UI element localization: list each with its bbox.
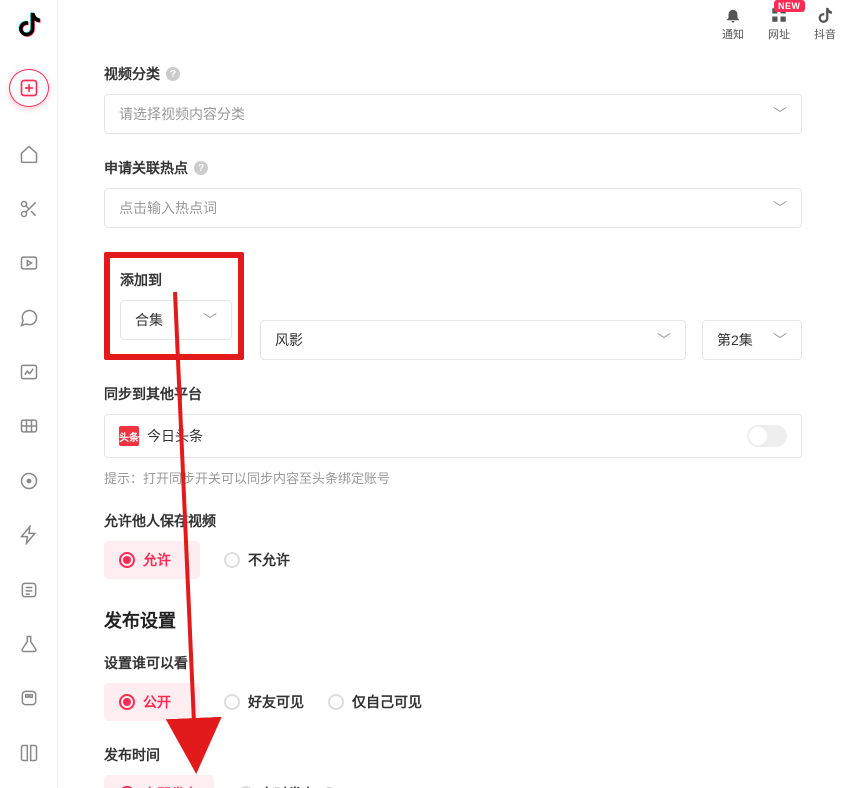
sync-tip: 提示：打开同步开关可以同步内容至头条绑定账号	[104, 468, 802, 487]
add-to-highlighted: 添加到 合集 ﹀	[104, 252, 244, 360]
radio-icon	[224, 552, 240, 568]
hotspot-placeholder: 点击输入热点词	[119, 198, 217, 218]
toutiao-icon: 头条	[119, 426, 139, 446]
nav-chat-icon[interactable]	[9, 298, 49, 336]
sync-card: 头条 今日头条	[104, 414, 802, 458]
public-label: 公开	[143, 692, 171, 712]
video-category-field: 视频分类 ? 请选择视频内容分类 ﹀	[104, 64, 802, 134]
nav-scissors-icon[interactable]	[9, 190, 49, 228]
collection-name-value: 风影	[275, 330, 303, 350]
allow-save-yes[interactable]: 允许	[104, 541, 200, 579]
hotspot-select[interactable]: 点击输入热点词 ﹀	[104, 188, 802, 228]
upload-button[interactable]	[9, 69, 49, 107]
add-to-row: 添加到 合集 ﹀ 风影 ﹀ 第2集 ﹀	[104, 252, 802, 360]
collection-type-value: 合集	[135, 310, 163, 330]
help-icon[interactable]: ?	[166, 67, 180, 81]
visibility-self[interactable]: 仅自己可见	[328, 683, 422, 721]
collection-name-select[interactable]: 风影 ﹀	[260, 320, 686, 360]
chevron-down-icon: ﹀	[773, 104, 787, 124]
chevron-down-icon: ﹀	[203, 310, 217, 330]
now-label: 立即发布	[143, 784, 199, 788]
chevron-down-icon: ﹀	[773, 198, 787, 218]
video-category-placeholder: 请选择视频内容分类	[119, 104, 245, 124]
episode-value: 第2集	[717, 330, 753, 350]
self-label: 仅自己可见	[352, 692, 422, 712]
allow-save-field: 允许他人保存视频 允许 不允许	[104, 511, 802, 579]
episode-select[interactable]: 第2集 ﹀	[702, 320, 802, 360]
main-content: 视频分类 ? 请选择视频内容分类 ﹀ 申请关联热点 ? 点击输入热点词 ﹀ 添加…	[58, 0, 848, 788]
publish-scheduled[interactable]: 定时发布 ?	[238, 775, 336, 788]
deny-label: 不允许	[248, 550, 290, 570]
chevron-down-icon: ﹀	[773, 330, 787, 350]
nav-home-icon[interactable]	[9, 135, 49, 173]
publish-time-label: 发布时间	[104, 745, 160, 765]
hotspot-label: 申请关联热点	[104, 158, 188, 178]
nav-grid-icon[interactable]	[9, 407, 49, 445]
add-to-label: 添加到	[120, 270, 162, 290]
sync-toggle[interactable]	[747, 425, 787, 447]
visibility-label: 设置谁可以看	[104, 653, 188, 673]
visibility-friends[interactable]: 好友可见	[224, 683, 304, 721]
radio-icon	[328, 694, 344, 710]
nav-radio-icon[interactable]	[9, 462, 49, 500]
sync-field: 同步到其他平台 头条 今日头条 提示：打开同步开关可以同步内容至头条绑定账号	[104, 384, 802, 487]
publish-settings-title: 发布设置	[104, 607, 802, 633]
radio-icon	[119, 552, 135, 568]
scheduled-label: 定时发布	[260, 784, 316, 788]
nav-chart-icon[interactable]	[9, 353, 49, 391]
friends-label: 好友可见	[248, 692, 304, 712]
publish-time-field: 发布时间 立即发布 定时发布 ?	[104, 745, 802, 788]
collection-type-select[interactable]: 合集 ﹀	[120, 300, 232, 340]
video-category-label: 视频分类	[104, 64, 160, 84]
sidebar	[0, 0, 58, 788]
allow-save-label: 允许他人保存视频	[104, 511, 216, 531]
publish-now[interactable]: 立即发布	[104, 775, 214, 788]
nav-app-icon[interactable]	[9, 679, 49, 717]
nav-book-icon[interactable]	[9, 734, 49, 772]
nav-form-icon[interactable]	[9, 570, 49, 608]
sync-platform-name: 今日头条	[147, 426, 203, 446]
allow-label: 允许	[143, 550, 171, 570]
hotspot-field: 申请关联热点 ? 点击输入热点词 ﹀	[104, 158, 802, 228]
allow-save-no[interactable]: 不允许	[224, 541, 290, 579]
radio-icon	[119, 694, 135, 710]
douyin-logo[interactable]	[14, 10, 44, 39]
nav-video-icon[interactable]	[9, 244, 49, 282]
nav-flask-icon[interactable]	[9, 625, 49, 663]
chevron-down-icon: ﹀	[657, 330, 671, 350]
sync-label: 同步到其他平台	[104, 384, 202, 404]
visibility-public[interactable]: 公开	[104, 683, 200, 721]
radio-icon	[224, 694, 240, 710]
nav-bolt-icon[interactable]	[9, 516, 49, 554]
video-category-select[interactable]: 请选择视频内容分类 ﹀	[104, 94, 802, 134]
help-icon[interactable]: ?	[194, 161, 208, 175]
visibility-field: 设置谁可以看 公开 好友可见 仅自己可见	[104, 653, 802, 721]
